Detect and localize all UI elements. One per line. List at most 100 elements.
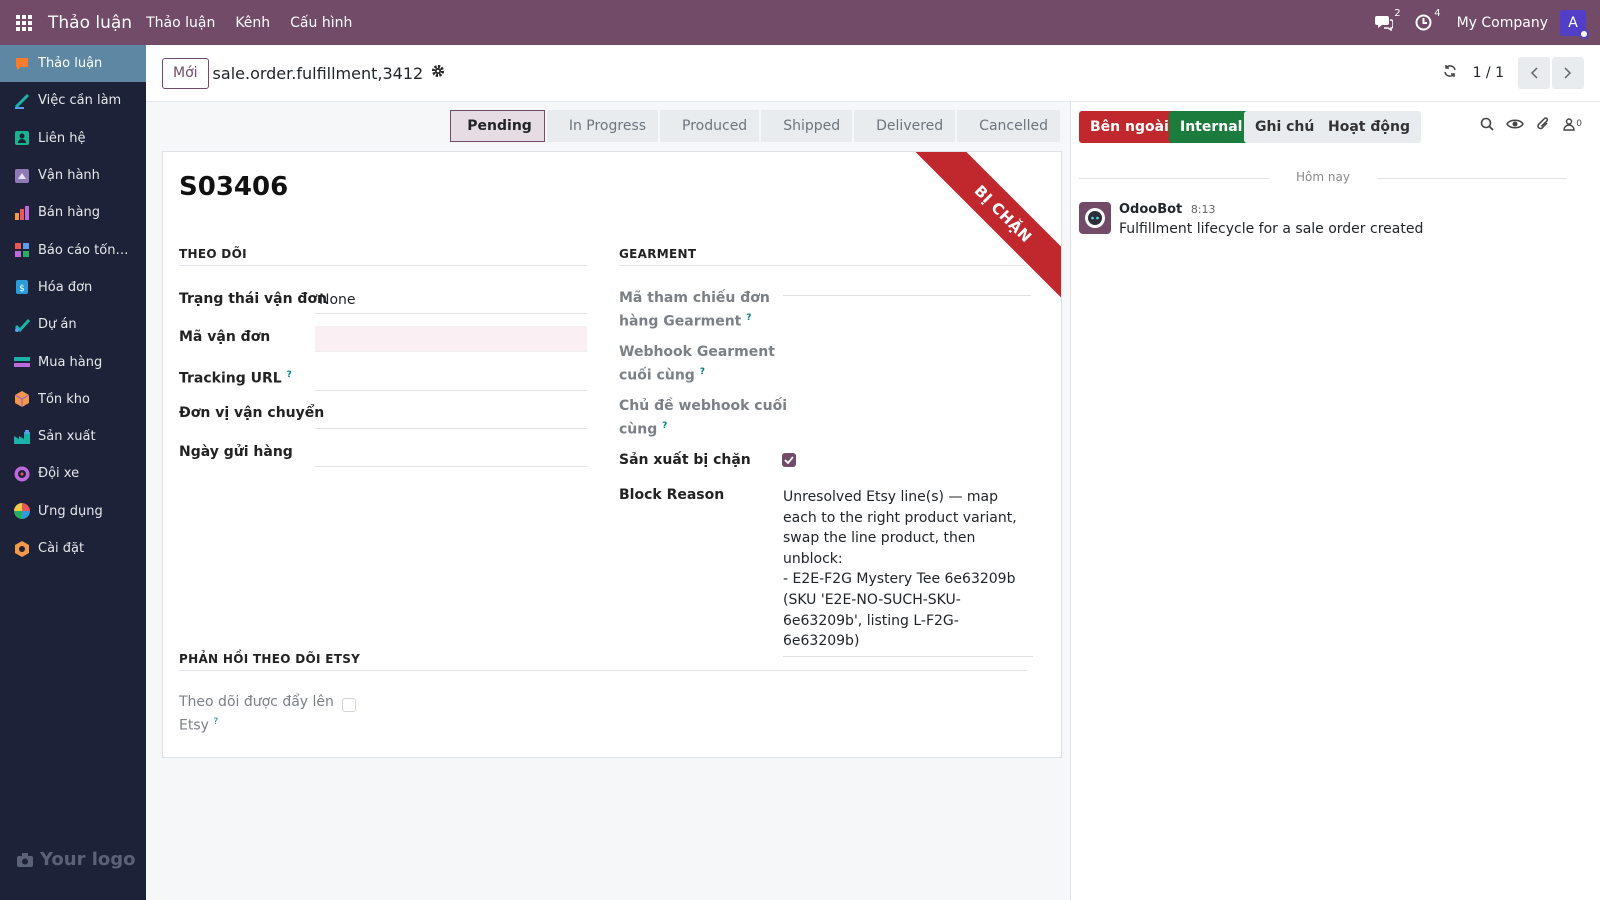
- company-switcher[interactable]: My Company: [1457, 15, 1548, 31]
- help-tooltip-icon[interactable]: ?: [287, 370, 292, 380]
- svg-text:$: $: [19, 284, 25, 294]
- webhook-label-line2: cuối cùng: [619, 367, 695, 384]
- discuss-icon: [12, 54, 32, 74]
- stage-delivered[interactable]: Delivered: [854, 110, 956, 142]
- menu-discuss[interactable]: Thảo luận: [146, 15, 215, 31]
- help-tooltip-icon[interactable]: ?: [746, 313, 751, 323]
- etsy-pushed-label-line2: Etsy: [179, 717, 209, 734]
- sidebar-item-label: Bán hàng: [38, 205, 100, 221]
- gearment-ref-label-line1: Mã tham chiếu đơn: [619, 290, 770, 306]
- reporting-icon: [12, 240, 32, 260]
- ship-date-field[interactable]: [315, 441, 587, 467]
- sidebar-item-operations[interactable]: Vận hành: [0, 157, 146, 194]
- sidebar-item-reporting[interactable]: Báo cáo tổng ...: [0, 231, 146, 268]
- followers-icon[interactable]: 0: [1562, 117, 1582, 131]
- sidebar-item-label: Dự án: [38, 317, 77, 333]
- etsy-pushed-checkbox[interactable]: [342, 698, 356, 712]
- sidebar-item-manufacturing[interactable]: Sản xuất: [0, 418, 146, 455]
- user-avatar[interactable]: A: [1560, 9, 1589, 39]
- stage-pending[interactable]: Pending: [450, 110, 545, 142]
- tracking-url-label-text: Tracking URL: [179, 370, 282, 387]
- settings-icon: [12, 539, 32, 559]
- tracking-url-field[interactable]: [315, 365, 587, 391]
- gearment-ref-label-line2: hàng Gearment: [619, 313, 742, 330]
- status-dot-icon: [1579, 28, 1589, 39]
- sidebar-item-purchase[interactable]: Mua hàng: [0, 343, 146, 380]
- sidebar-item-sales[interactable]: Bán hàng: [0, 194, 146, 231]
- stage-shipped[interactable]: Shipped: [761, 110, 853, 142]
- help-tooltip-icon[interactable]: ?: [213, 717, 218, 727]
- sidebar-item-settings[interactable]: Cài đặt: [0, 530, 146, 567]
- inventory-icon: [12, 389, 32, 409]
- webhook-topic-label: Chủ đề webhook cuối cùng ?: [619, 396, 787, 440]
- sidebar-item-todo[interactable]: Việc cần làm: [0, 82, 146, 119]
- stage-in-progress[interactable]: In Progress: [546, 110, 659, 142]
- blocked-label: Sản xuất bị chặn: [619, 452, 751, 468]
- internal-button[interactable]: Internal: [1169, 111, 1254, 143]
- shipping-status-field[interactable]: None: [315, 288, 587, 314]
- refresh-icon[interactable]: [1443, 64, 1457, 82]
- sidebar-item-fleet[interactable]: Đội xe: [0, 455, 146, 492]
- activity-button[interactable]: Hoạt động: [1317, 111, 1421, 143]
- chatter-message: OdooBot 8:13 Fulfillment lifecycle for a…: [1079, 202, 1423, 237]
- chatter-toolbar: 0: [1468, 116, 1582, 132]
- gear-icon[interactable]: [431, 64, 445, 82]
- sidebar-item-label: Tồn kho: [38, 391, 90, 407]
- sidebar-item-apps[interactable]: Ứng dụng: [0, 493, 146, 530]
- activities-icon[interactable]: 4: [1413, 8, 1441, 34]
- tracking-section-title: THEO DÕI: [179, 247, 587, 266]
- apps-menu-icon[interactable]: [16, 14, 32, 31]
- help-tooltip-icon[interactable]: ?: [700, 367, 705, 377]
- gearment-section-title: GEARMENT: [619, 247, 1027, 266]
- search-icon[interactable]: [1480, 117, 1494, 131]
- tracking-number-field[interactable]: [315, 326, 587, 352]
- messages-count: 2: [1394, 7, 1401, 19]
- sidebar-item-invoicing[interactable]: $ Hóa đơn: [0, 269, 146, 306]
- sidebar-item-inventory[interactable]: Tồn kho: [0, 381, 146, 418]
- checkmark-icon: [784, 456, 794, 464]
- contacts-icon: [12, 128, 32, 148]
- sidebar-item-contacts[interactable]: Liên hệ: [0, 120, 146, 157]
- gearment-ref-field: [783, 270, 1031, 296]
- new-button[interactable]: Mới: [162, 57, 209, 89]
- menu-channels[interactable]: Kênh: [235, 15, 270, 31]
- blocked-checkbox[interactable]: [782, 453, 796, 467]
- send-message-button[interactable]: Bên ngoài: [1079, 111, 1180, 143]
- operations-icon: [12, 166, 32, 186]
- paperclip-icon[interactable]: [1536, 116, 1550, 132]
- tracking-url-label: Tracking URL ?: [179, 365, 292, 389]
- eye-icon[interactable]: [1506, 118, 1525, 130]
- sidebar-item-discuss[interactable]: Thảo luận: [0, 45, 146, 83]
- sidebar-item-label: Hóa đơn: [38, 279, 93, 295]
- carrier-field[interactable]: [315, 403, 587, 429]
- log-note-button[interactable]: Ghi chú: [1244, 111, 1326, 143]
- sidebar-item-label: Sản xuất: [38, 429, 96, 445]
- odoobot-avatar[interactable]: [1079, 202, 1111, 234]
- app-title[interactable]: Thảo luận: [48, 13, 132, 33]
- shipping-status-label: Trạng thái vận đơn: [179, 291, 328, 307]
- next-record-button[interactable]: [1552, 57, 1584, 89]
- sidebar-item-label: Cài đặt: [38, 541, 85, 556]
- menu-config[interactable]: Cấu hình: [290, 15, 352, 31]
- message-author[interactable]: OdooBot: [1119, 202, 1182, 217]
- followers-count: 0: [1576, 119, 1582, 129]
- stage-cancelled[interactable]: Cancelled: [957, 110, 1060, 142]
- sidebar-item-project[interactable]: Dự án: [0, 306, 146, 343]
- previous-record-button[interactable]: [1518, 57, 1550, 89]
- pager-value[interactable]: 1 / 1: [1473, 65, 1504, 81]
- carrier-label: Đơn vị vận chuyển: [179, 405, 325, 421]
- chevron-right-icon: [1564, 67, 1572, 79]
- chatter-panel: Bên ngoài Internal Ghi chú Hoạt động 0 H…: [1070, 102, 1600, 900]
- company-logo-text: Your logo: [40, 849, 136, 870]
- help-tooltip-icon[interactable]: ?: [662, 421, 667, 431]
- activities-count: 4: [1434, 7, 1441, 19]
- fleet-icon: [12, 464, 32, 484]
- webhook-topic-label-line1: Chủ đề webhook cuối: [619, 398, 787, 414]
- messages-icon[interactable]: 2: [1373, 8, 1401, 34]
- block-reason-field[interactable]: Unresolved Etsy line(s) — map each to th…: [783, 487, 1033, 657]
- app-sidebar: Thảo luận Việc cần làm Liên hệ Vận hành …: [0, 45, 146, 900]
- chevron-left-icon: [1530, 67, 1538, 79]
- block-reason-label: Block Reason: [619, 487, 725, 503]
- stage-produced[interactable]: Produced: [660, 110, 760, 142]
- sidebar-item-label: Ứng dụng: [38, 503, 103, 519]
